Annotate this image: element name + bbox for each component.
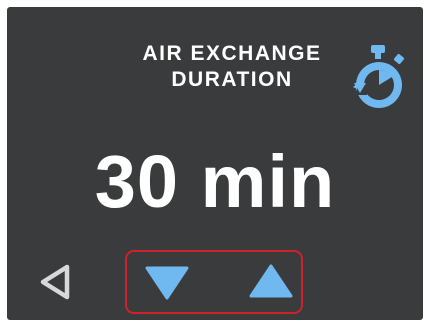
timer-icon [353,45,405,108]
duration-value: 30 min [94,140,336,223]
arrow-down-icon [145,266,189,300]
back-button[interactable] [37,262,73,302]
increase-button[interactable] [247,262,295,302]
title-line-1: AIR EXCHANGE [142,42,322,65]
title-line-2: DURATION [171,68,293,91]
decrease-button[interactable] [143,262,191,302]
screen: AIR EXCHANGE DURATION 30 min [7,7,423,320]
back-triangle-icon [40,264,70,300]
page-title: AIR EXCHANGE DURATION [127,41,337,93]
device-frame: AIR EXCHANGE DURATION 30 min [0,0,430,327]
arrow-up-icon [249,264,293,298]
